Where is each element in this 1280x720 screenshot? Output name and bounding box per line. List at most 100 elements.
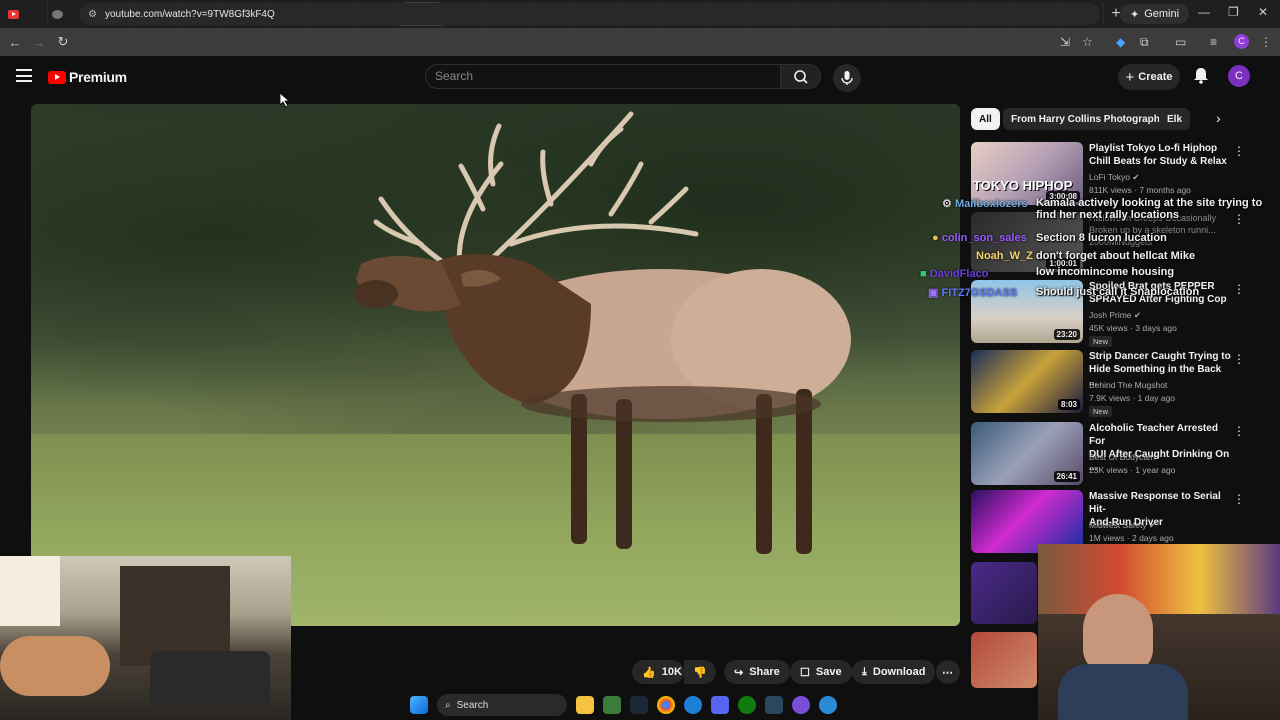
site-info-icon[interactable]: ⚙ xyxy=(88,9,97,20)
app-icon[interactable] xyxy=(603,696,621,714)
file-explorer-icon[interactable] xyxy=(576,696,594,714)
video-thumbnail[interactable]: 8:03 xyxy=(971,350,1083,413)
gemini-button[interactable]: ✦ Gemini xyxy=(1120,4,1190,24)
chevron-right-icon[interactable]: › xyxy=(1216,110,1221,126)
video-thumbnail[interactable] xyxy=(971,632,1037,688)
search-input[interactable]: Search xyxy=(425,64,781,89)
back-icon[interactable]: ← xyxy=(3,35,27,50)
chat-username: ■ DavidFlaco xyxy=(920,268,989,280)
channel-name[interactable]: LoFi Tokyo ✔ xyxy=(1089,172,1139,183)
bookmark-star-icon[interactable]: ☆ xyxy=(1082,35,1093,49)
hamburger-menu-icon[interactable] xyxy=(16,69,32,86)
maximize-icon[interactable]: ❐ xyxy=(1228,5,1239,19)
create-label: Create xyxy=(1138,71,1173,83)
browser-profile-avatar[interactable]: C xyxy=(1234,34,1249,49)
download-icon: ⤓ xyxy=(862,665,867,678)
duration-badge: 23:20 xyxy=(1053,329,1080,340)
video-meta: 23K views · 1 year ago xyxy=(1089,465,1176,475)
extensions-puzzle-icon[interactable]: ⧉ xyxy=(1140,35,1149,50)
more-vertical-icon[interactable]: ⋮ xyxy=(1233,144,1245,158)
generic-favicon-icon xyxy=(52,9,63,19)
more-vertical-icon[interactable]: ⋮ xyxy=(1233,352,1245,366)
more-horizontal-icon: ⋯ xyxy=(942,666,953,679)
close-window-icon[interactable]: ✕ xyxy=(1258,5,1268,19)
shelf-figurines xyxy=(1038,544,1280,614)
video-meta: 1M views · 2 days ago xyxy=(1089,533,1174,543)
streamer-shirt xyxy=(1058,664,1188,720)
chip-elk[interactable]: Elk xyxy=(1159,108,1191,130)
notifications-bell-icon[interactable] xyxy=(1192,66,1210,84)
video-thumbnail[interactable]: 26:41 xyxy=(971,422,1083,485)
browser-tab[interactable] xyxy=(4,2,48,26)
windows-start-icon[interactable] xyxy=(410,696,428,714)
video-title[interactable]: Playlist Tokyo Lo-fi Hiphop Chill Beats f… xyxy=(1089,142,1231,168)
edge-icon[interactable] xyxy=(684,696,702,714)
search-button[interactable] xyxy=(781,64,821,89)
channel-name[interactable]: Behind The Mugshot xyxy=(1089,380,1167,390)
video-player[interactable] xyxy=(31,104,960,626)
more-vertical-icon[interactable]: ⋮ xyxy=(1233,424,1245,438)
youtube-logo[interactable]: Premium xyxy=(48,69,127,85)
media-control-icon[interactable]: ≡ xyxy=(1210,35,1217,49)
new-badge: New xyxy=(1089,336,1113,347)
search-icon: ⌕ xyxy=(445,699,451,711)
chat-username: ⚙ Mailboxlozers xyxy=(942,198,1028,210)
video-meta: 7.9K views · 1 day ago xyxy=(1089,393,1175,403)
dislike-button[interactable]: 👎 xyxy=(684,660,716,684)
chat-badge-icon: ● xyxy=(932,232,939,244)
save-button[interactable]: ☐ Save xyxy=(790,660,852,684)
minimize-icon[interactable]: — xyxy=(1198,5,1210,19)
voice-search-button[interactable] xyxy=(833,64,861,92)
account-avatar[interactable]: C xyxy=(1228,65,1250,87)
discord-icon[interactable] xyxy=(711,696,729,714)
chat-badge-icon: ⚙ xyxy=(942,198,952,210)
download-button[interactable]: ⤓ Download xyxy=(852,660,936,684)
browser-menu-icon[interactable]: ⋮ xyxy=(1260,35,1272,49)
chat-username: ▣ FITZ7GSDASS xyxy=(928,287,1018,299)
chip-harry-collins[interactable]: From Harry Collins Photography xyxy=(1003,108,1174,130)
recommendation-item[interactable]: 8:03 Strip Dancer Caught Trying to Hide S… xyxy=(971,350,1261,417)
youtube-play-icon xyxy=(48,70,66,84)
extension-icon[interactable]: ◆ xyxy=(1116,35,1125,49)
youtube-favicon-icon xyxy=(8,9,19,19)
chrome-active-icon[interactable] xyxy=(792,696,810,714)
channel-name[interactable]: Best Of Bodycam xyxy=(1089,452,1155,462)
verified-icon: ✔ xyxy=(1133,310,1142,320)
like-button[interactable]: 👍 10K xyxy=(632,660,684,684)
chip-all[interactable]: All xyxy=(971,108,1000,130)
webcam-overlay-left xyxy=(0,556,291,720)
more-vertical-icon[interactable]: ⋮ xyxy=(1233,492,1245,506)
taskbar-search[interactable]: ⌕ Search xyxy=(437,694,567,716)
channel-name[interactable]: Midwest Safety ✔ xyxy=(1089,520,1156,531)
forward-icon[interactable]: → xyxy=(27,35,51,50)
chat-badge-icon: ■ xyxy=(920,268,927,280)
like-count: 10K xyxy=(661,666,682,678)
steam-icon[interactable] xyxy=(630,696,648,714)
install-icon[interactable]: ⇲ xyxy=(1060,35,1070,49)
video-thumbnail[interactable]: TOKYO HIPHOP 3:00:08 xyxy=(971,142,1083,205)
share-label: Share xyxy=(749,666,780,678)
download-label: Download xyxy=(872,666,926,678)
share-button[interactable]: ↪ Share xyxy=(724,660,790,684)
video-thumbnail[interactable] xyxy=(971,562,1037,624)
verified-icon: ✔ xyxy=(1132,172,1140,182)
chrome-icon[interactable] xyxy=(657,696,675,714)
channel-name[interactable]: Josh Prime ✔ xyxy=(1089,310,1141,321)
side-panel-icon[interactable]: ▭ xyxy=(1175,35,1186,49)
xbox-icon[interactable] xyxy=(738,696,756,714)
steam-icon[interactable] xyxy=(765,696,783,714)
duration-badge: 26:41 xyxy=(1053,471,1080,482)
reload-icon[interactable]: ↻ xyxy=(51,34,75,50)
recommendation-item[interactable]: 26:41 Alcoholic Teacher Arrested For DUI … xyxy=(971,422,1261,486)
share-icon: ↪ xyxy=(734,666,744,679)
more-actions-button[interactable]: ⋯ xyxy=(936,660,960,684)
more-vertical-icon[interactable]: ⋮ xyxy=(1233,282,1245,296)
save-playlist-icon: ☐ xyxy=(800,666,810,679)
chat-message: don't forget about hellcat Mike low incom… xyxy=(1036,250,1196,278)
app-icon[interactable] xyxy=(819,696,837,714)
chat-username: ● colin_son_sales xyxy=(932,232,1027,244)
elk-image xyxy=(354,111,851,554)
create-button[interactable]: + Create xyxy=(1118,64,1180,90)
address-bar[interactable]: ⚙ youtube.com/watch?v=9TW8Gf3kF4Q xyxy=(80,3,1100,25)
url-text: youtube.com/watch?v=9TW8Gf3kF4Q xyxy=(104,8,275,20)
